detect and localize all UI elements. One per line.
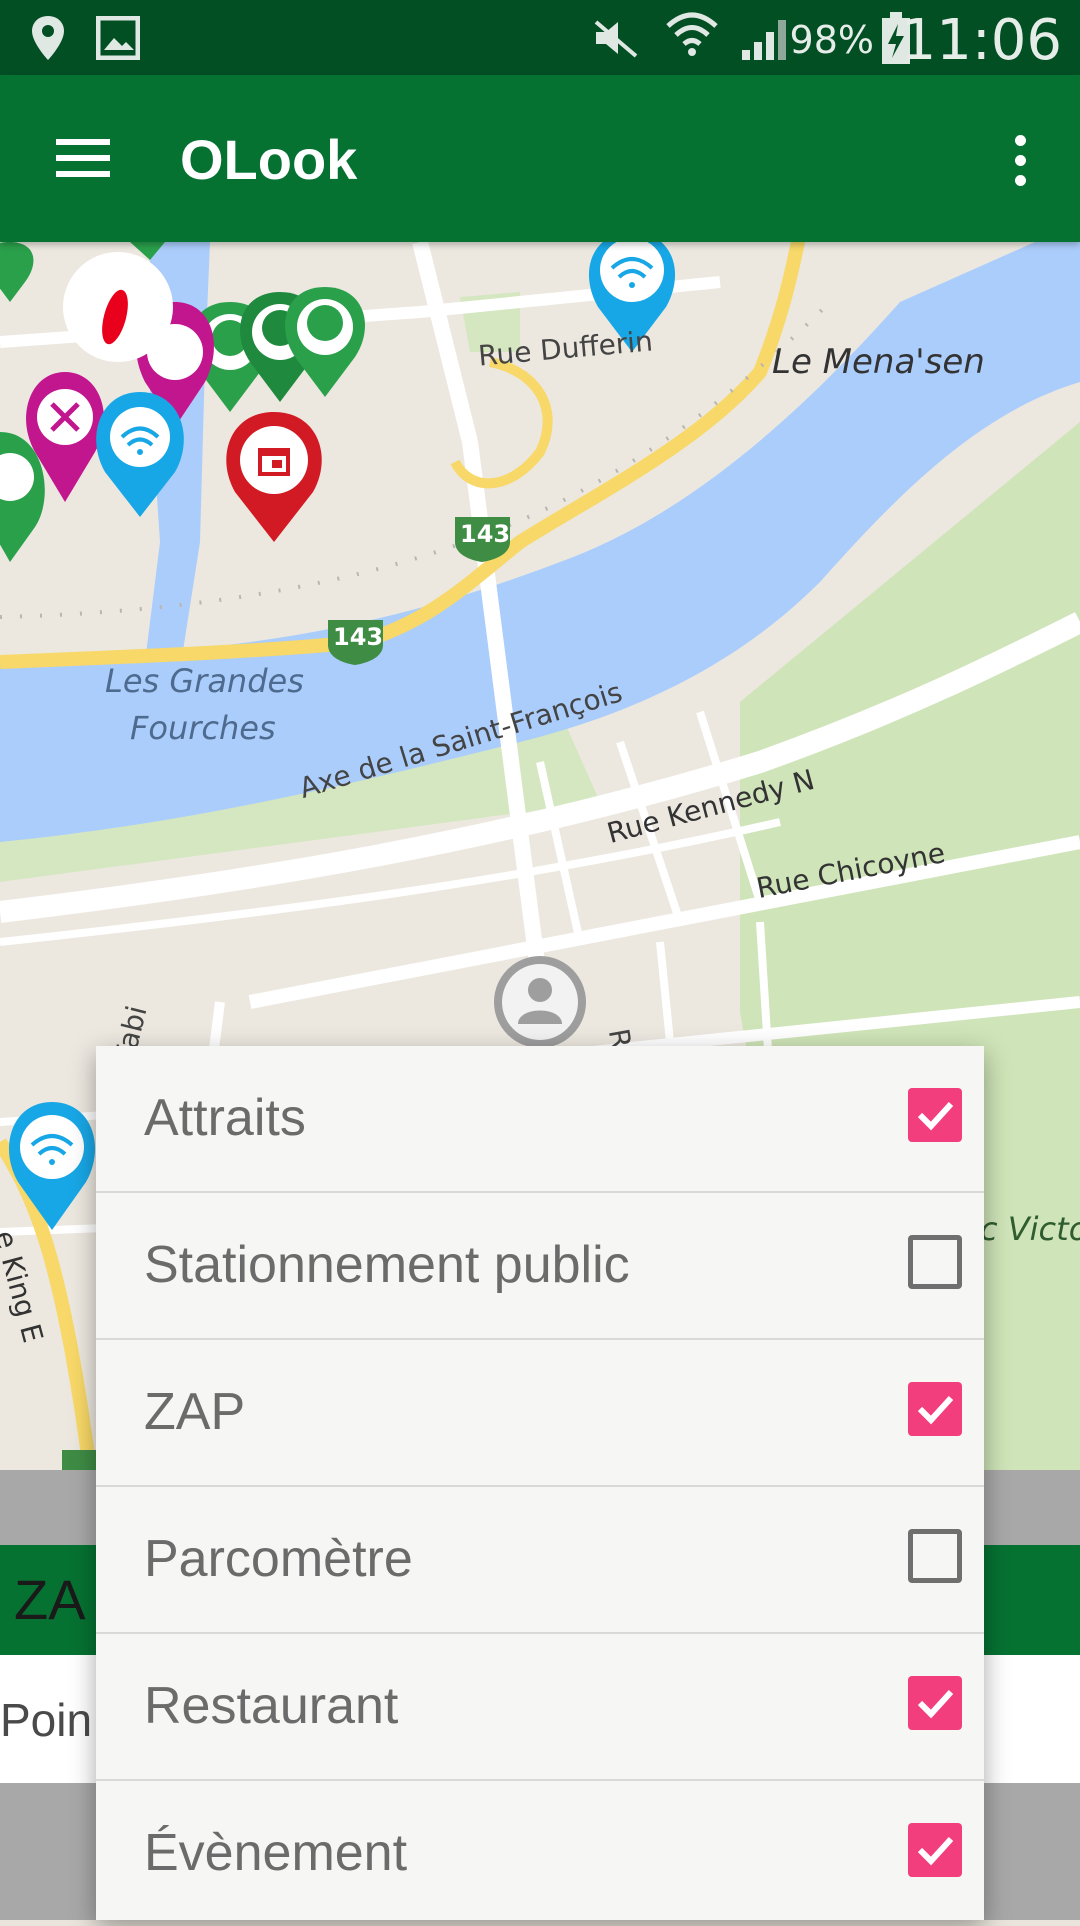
info-panel-title: ZA [14,1568,86,1631]
filter-label: Évènement [144,1824,408,1882]
filter-dialog: Attraits Stationnement public ZAP Parcom… [96,1046,984,1920]
filter-row-zap[interactable]: ZAP [96,1340,984,1487]
tree-marker-icon[interactable] [0,242,34,302]
user-location-icon[interactable] [494,956,586,1048]
filter-row-restaurant[interactable]: Restaurant [96,1634,984,1781]
app-bar: OLook [0,75,1080,242]
map-label-grandes-fourches: Les Grandes [105,662,304,700]
selected-marker-icon[interactable] [63,252,173,362]
hamburger-menu-icon[interactable] [40,115,130,205]
battery-percent: 98% [789,18,874,62]
map-label-parc-victoria: c Victo [980,1210,1080,1248]
filter-label: Attraits [144,1089,306,1147]
mute-icon [592,18,640,63]
filter-label: Parcomètre [144,1530,413,1588]
app-title: OLook [180,128,358,191]
checkbox-unchecked[interactable] [908,1235,962,1289]
checkbox-checked[interactable] [908,1382,962,1436]
signal-icon [740,16,790,67]
tree-marker-icon[interactable] [285,287,365,397]
info-panel-text: Poin [0,1694,93,1746]
checkbox-checked[interactable] [908,1676,962,1730]
filter-label: Stationnement public [144,1236,630,1294]
more-vert-icon[interactable] [990,115,1050,205]
event-marker-icon[interactable] [226,412,322,542]
map-label-grandes-fourches-2: Fourches [130,709,276,747]
filter-label: ZAP [144,1383,246,1441]
filter-row-stationnement[interactable]: Stationnement public [96,1193,984,1340]
checkbox-unchecked[interactable] [908,1529,962,1583]
map-label-route-143-a: 143 [460,520,511,548]
gallery-icon [95,15,141,65]
status-bar: 98% 11:06 [0,0,1080,75]
filter-row-parcometre[interactable]: Parcomètre [96,1487,984,1634]
checkbox-checked[interactable] [908,1823,962,1877]
filter-label: Restaurant [144,1677,399,1735]
clock: 11:06 [900,8,1062,73]
filter-row-evenement[interactable]: Évènement [96,1781,984,1926]
checkbox-checked[interactable] [908,1088,962,1142]
location-pin-icon [28,14,68,67]
wifi-icon [664,8,720,67]
map-label-le-menasen: Le Mena'sen [772,342,985,382]
filter-row-attraits[interactable]: Attraits [96,1046,984,1193]
wifi-marker-icon[interactable] [8,1102,96,1230]
map-label-route-143-b: 143 [333,623,384,651]
